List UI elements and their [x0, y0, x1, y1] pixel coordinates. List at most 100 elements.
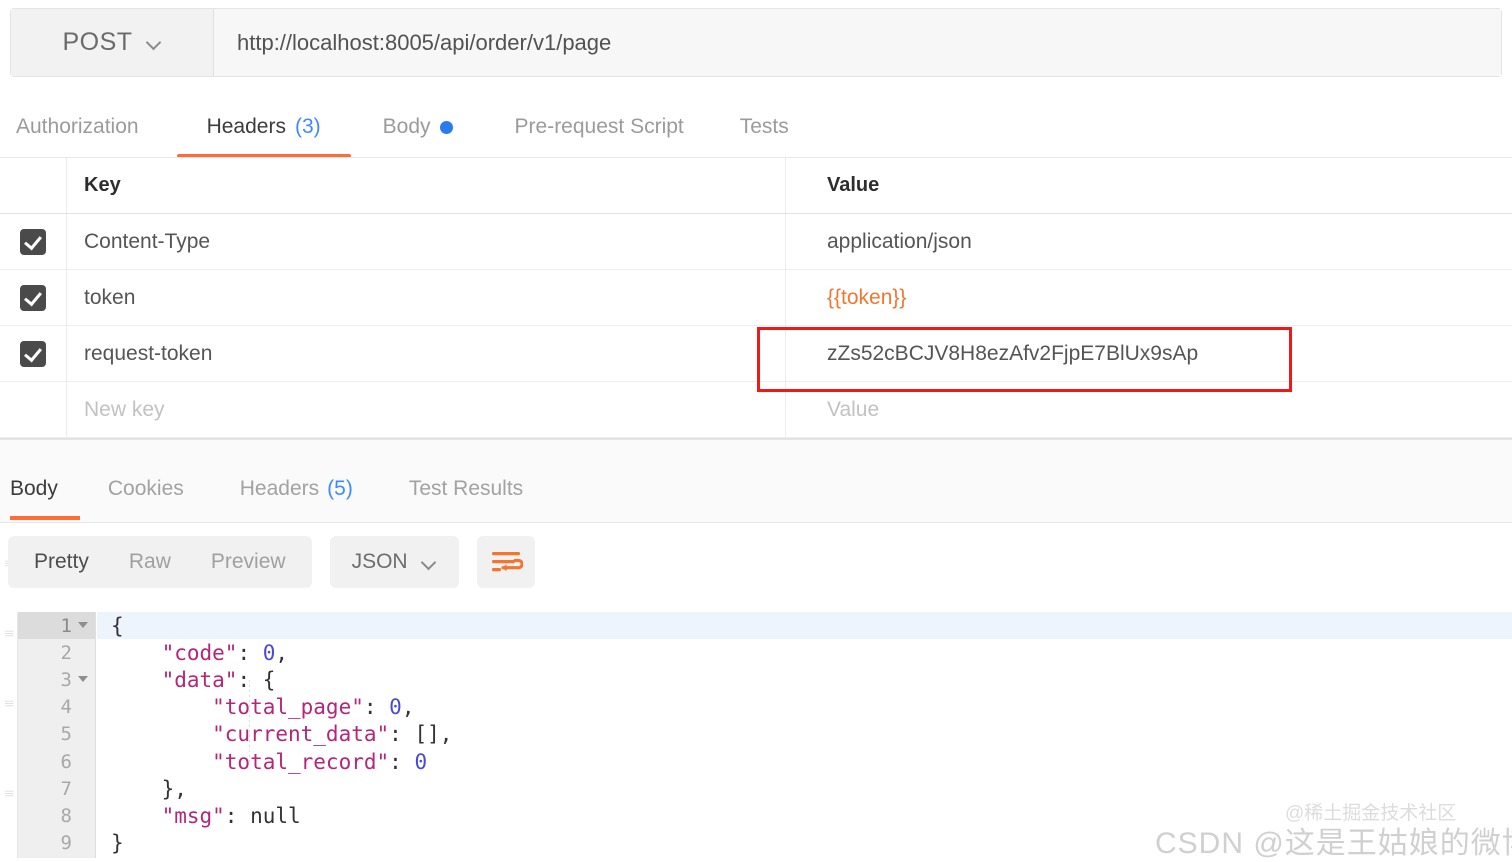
tab-body[interactable]: Body	[351, 96, 485, 158]
code-line[interactable]: },	[97, 775, 1512, 802]
response-tab-body-label: Body	[10, 477, 58, 500]
code-gutter: 1 2 3 4 5 6 7 8 9	[18, 612, 96, 858]
code-token: "code"	[111, 640, 238, 665]
gutter-line[interactable]: 1	[18, 612, 95, 640]
header-key-input[interactable]: Content-Type	[66, 214, 786, 269]
code-token: 0	[262, 640, 276, 665]
tab-pre-request-script-label: Pre-request Script	[514, 115, 684, 138]
gutter-line-number: 8	[60, 804, 72, 827]
code-token: :	[237, 640, 263, 665]
column-header-value: Value	[827, 174, 880, 196]
new-key-input[interactable]: New key	[66, 382, 786, 437]
wrap-lines-button[interactable]	[476, 536, 535, 588]
code-line[interactable]: "msg": null	[97, 802, 1512, 829]
header-value-input[interactable]: zZs52cBCJV8H8ezAfv2FjpE7BlUx9sAp	[786, 326, 1512, 381]
code-text-area[interactable]: { "code": 0, "data": { "total_page": 0, …	[97, 612, 1512, 858]
tab-headers[interactable]: Headers (3)	[176, 96, 351, 158]
code-line[interactable]: {	[97, 612, 1512, 640]
table-row[interactable]: request-token zZs52cBCJV8H8ezAfv2FjpE7Bl…	[0, 326, 1512, 382]
code-token: {	[111, 613, 124, 638]
http-method-selector[interactable]: POST	[11, 9, 214, 76]
tab-headers-label: Headers	[206, 115, 286, 138]
chevron-down-icon	[147, 35, 162, 50]
code-token: : null	[224, 803, 301, 828]
response-tab-headers[interactable]: Headers (5)	[212, 458, 381, 520]
code-line[interactable]: "data": {	[97, 666, 1512, 693]
url-input[interactable]: http://localhost:8005/api/order/v1/page	[214, 9, 1501, 76]
row-checkbox-cell[interactable]	[0, 326, 66, 381]
gutter-line-number: 2	[60, 641, 72, 664]
row-checkbox-cell[interactable]	[0, 214, 66, 269]
code-token: "total_page"	[111, 695, 364, 720]
tab-pre-request-script[interactable]: Pre-request Script	[485, 96, 714, 158]
code-line[interactable]: "total_page": 0,	[97, 694, 1512, 721]
table-row[interactable]: token {{token}}	[0, 270, 1512, 326]
response-tab-headers-count: (5)	[327, 477, 353, 500]
view-raw-button[interactable]: Raw	[109, 542, 191, 582]
request-tab-bar: Authorization Headers (3) Body Pre-reque…	[0, 96, 1512, 158]
table-header-row: Key Value	[0, 158, 1512, 214]
response-tab-headers-label: Headers	[239, 477, 320, 500]
code-token: :	[389, 749, 415, 774]
code-line[interactable]: "code": 0,	[97, 639, 1512, 666]
code-line[interactable]: }	[97, 830, 1512, 857]
view-preview-button[interactable]: Preview	[191, 542, 306, 582]
header-value-input[interactable]: application/json	[786, 214, 1512, 269]
gutter-line[interactable]: 8	[18, 802, 95, 829]
indent-guide	[249, 680, 250, 762]
checkbox-checked-icon[interactable]	[20, 284, 46, 311]
gutter-line-number: 7	[60, 777, 72, 800]
gutter-line-number: 9	[60, 832, 72, 855]
gutter-line[interactable]: 7	[18, 775, 95, 802]
response-tab-test-results[interactable]: Test Results	[381, 458, 551, 520]
header-key-input[interactable]: request-token	[66, 326, 786, 381]
new-value-input[interactable]: Value	[786, 382, 1512, 437]
code-token: : [],	[389, 722, 453, 747]
fold-arrow-icon[interactable]	[78, 675, 88, 682]
gutter-line[interactable]: 5	[18, 721, 95, 748]
response-tab-bar: Body Cookies Headers (5) Test Results	[0, 458, 1512, 520]
code-token: "msg"	[111, 803, 225, 828]
gutter-line[interactable]: 6	[18, 748, 95, 775]
gutter-line[interactable]: 3	[18, 666, 95, 693]
row-checkbox-cell[interactable]	[0, 270, 66, 325]
response-view-controls: Pretty Raw Preview JSON	[8, 536, 535, 588]
gutter-line[interactable]: 4	[18, 694, 95, 721]
view-pretty-button[interactable]: Pretty	[14, 542, 109, 582]
code-token: "total_record"	[111, 749, 390, 774]
response-tab-body[interactable]: Body	[10, 458, 80, 520]
code-token: "current_data"	[111, 722, 390, 747]
response-tab-cookies[interactable]: Cookies	[80, 458, 212, 520]
url-text: http://localhost:8005/api/order/v1/page	[237, 29, 612, 55]
code-token: : {	[237, 667, 276, 692]
headers-table: Key Value Content-Type application/json …	[0, 158, 1512, 438]
response-format-selector[interactable]: JSON	[329, 536, 459, 588]
row-checkbox-cell[interactable]	[0, 382, 66, 437]
gutter-line[interactable]: 2	[18, 639, 95, 666]
checkbox-checked-icon[interactable]	[20, 340, 46, 367]
response-tab-cookies-label: Cookies	[107, 477, 184, 500]
table-row-new[interactable]: New key Value	[0, 382, 1512, 438]
response-view-segmented-control: Pretty Raw Preview	[8, 536, 312, 588]
response-body-code-viewer[interactable]: 1 2 3 4 5 6 7 8 9 { "code": 0, "data": {…	[17, 612, 1512, 858]
http-method-label: POST	[62, 28, 133, 56]
code-line[interactable]: "current_data": [],	[97, 721, 1512, 748]
code-token: ,	[275, 640, 289, 665]
header-key-input[interactable]: token	[66, 270, 786, 325]
header-value-input[interactable]: {{token}}	[786, 270, 1512, 325]
code-token: ,	[401, 695, 415, 720]
column-header-key: Key	[66, 158, 786, 213]
tab-tests[interactable]: Tests	[714, 96, 815, 158]
wrap-lines-icon	[491, 552, 523, 572]
gutter-line-number: 1	[60, 614, 72, 637]
edge-artifact-7: |||	[5, 790, 14, 798]
gutter-line[interactable]: 9	[18, 830, 95, 857]
gutter-line-number: 5	[60, 723, 72, 746]
tab-authorization[interactable]: Authorization	[16, 96, 177, 158]
tab-authorization-label: Authorization	[16, 115, 139, 138]
fold-arrow-icon[interactable]	[78, 621, 88, 628]
code-line[interactable]: "total_record": 0	[97, 748, 1512, 775]
checkbox-checked-icon[interactable]	[20, 228, 46, 255]
table-row[interactable]: Content-Type application/json	[0, 214, 1512, 270]
request-url-bar: POST http://localhost:8005/api/order/v1/…	[10, 8, 1502, 77]
